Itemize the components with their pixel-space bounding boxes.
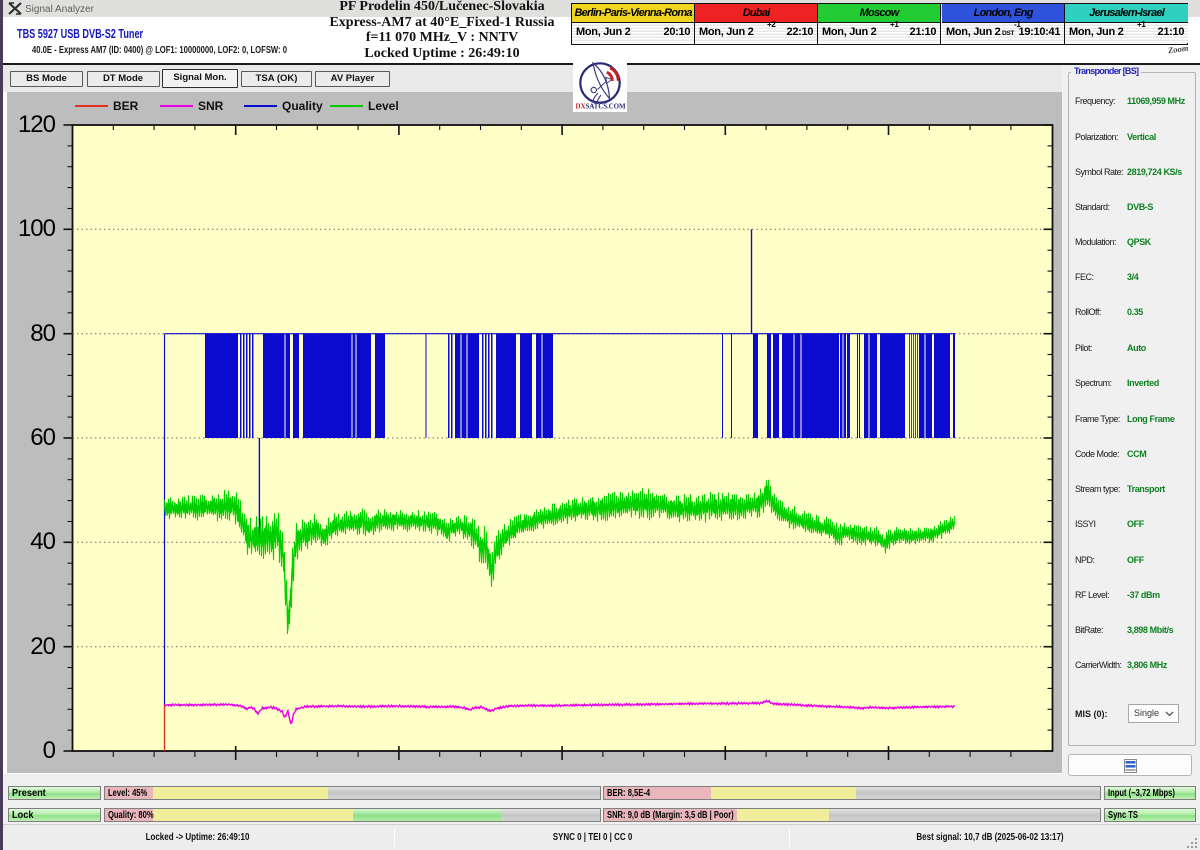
svg-text:DXSATCS.COM: DXSATCS.COM bbox=[576, 103, 626, 111]
